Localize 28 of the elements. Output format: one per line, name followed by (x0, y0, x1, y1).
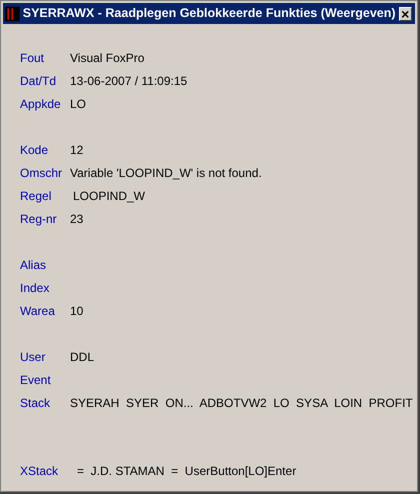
app-icon (5, 4, 20, 22)
field-value: Variable 'LOOPIND_W' is not found. (70, 164, 262, 182)
field-label: Omschr (20, 164, 63, 182)
field-label: XStack (20, 462, 60, 480)
field-label: Appkde (20, 96, 62, 112)
field-label: Fout (20, 50, 46, 66)
field-value: LOOPIND_W (72, 188, 146, 204)
field-label: Index (20, 280, 50, 296)
field-value: Visual FoxPro (70, 50, 144, 66)
field-value: 12 (70, 142, 84, 158)
field-label: Stack (20, 394, 52, 412)
field-value: 10 (70, 302, 84, 320)
field-label: Kode (20, 142, 50, 158)
field-label: Regel (20, 188, 52, 204)
close-button[interactable]: × (398, 6, 412, 20)
field-value: 23 (70, 210, 84, 228)
field-label: Event (20, 372, 52, 388)
field-label: User (20, 348, 46, 366)
field-value: = J.D. STAMAN = UserButton[LO]Enter (76, 462, 296, 480)
window-title: SYERRAWX - Raadplegen Geblokkeerde Funkties (Weergeven) (22, 5, 396, 22)
field-label: Alias (20, 256, 48, 274)
field-value: SYERAH SYER ON... ADBOTVW2 LO SYSA LOIN PROFIT (70, 394, 413, 412)
field-label: Warea (20, 302, 56, 320)
field-label: Reg-nr (20, 210, 58, 228)
field-label: Dat/Td (20, 72, 58, 90)
field-value: LO (70, 96, 86, 112)
field-value: 13-06-2007 / 11:09:15 (70, 72, 188, 90)
field-value: DDL (70, 348, 94, 366)
